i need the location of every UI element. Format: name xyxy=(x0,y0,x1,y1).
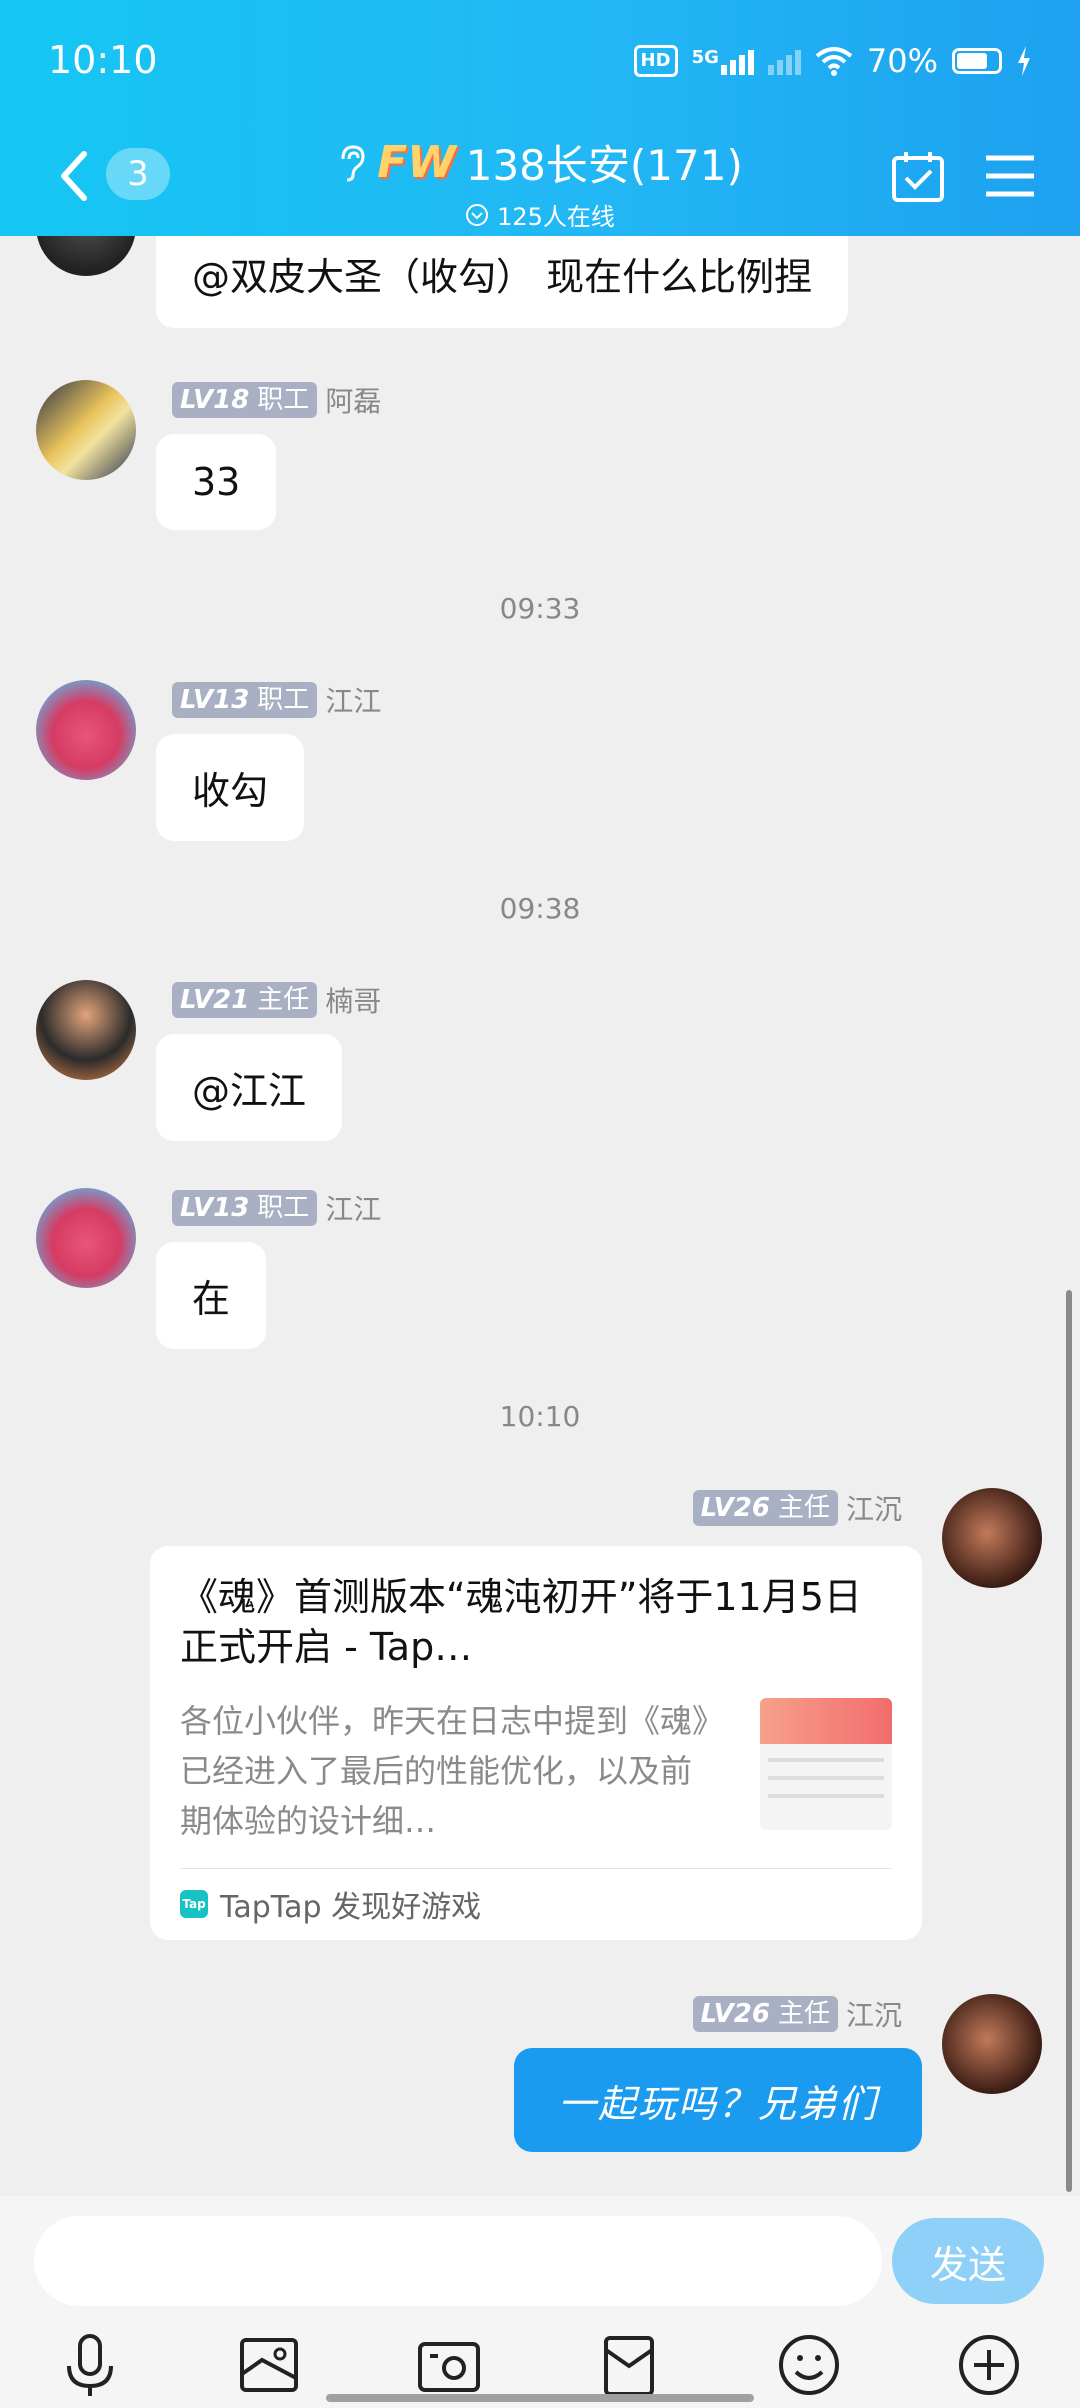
message-bubble[interactable]: @双皮大圣（收勾） 现在什么比例捏 xyxy=(156,236,849,328)
level-badge: LV26 主任 xyxy=(692,1490,838,1526)
message-bubble[interactable]: @江江 xyxy=(156,1034,343,1141)
ear-icon xyxy=(341,144,365,181)
group-name: 138长安(171) xyxy=(465,141,743,190)
avatar[interactable] xyxy=(942,1994,1042,2094)
back-arrow-icon[interactable] xyxy=(50,146,100,206)
my-message-bubble[interactable]: 一起玩吗？兄弟们 xyxy=(514,2048,922,2152)
battery-icon xyxy=(952,48,1002,74)
message-list[interactable]: @双皮大圣（收勾） 现在什么比例捏 LV18 职工 阿磊 33 09:33 LV1… xyxy=(0,236,1080,2196)
wifi-icon xyxy=(815,47,853,76)
timestamp: 10:10 xyxy=(499,1400,581,1433)
taptap-logo-icon: Tap xyxy=(180,1890,208,1918)
message-bubble[interactable]: 收勾 xyxy=(156,734,305,841)
scrollbar[interactable] xyxy=(1066,1290,1072,2192)
battery-percent: 70% xyxy=(866,42,938,80)
unread-count-badge[interactable]: 3 xyxy=(106,148,170,200)
sender-meta: LV13 职工 江江 xyxy=(172,1188,381,1228)
status-bar: 10:10 HD 5G 70% xyxy=(0,0,1080,124)
sender-name[interactable]: 江江 xyxy=(325,680,381,720)
send-button[interactable]: 发送 xyxy=(892,2218,1044,2304)
charging-icon xyxy=(1018,46,1030,76)
level-badge: LV13 职工 xyxy=(172,1190,318,1226)
sender-meta: LV13 职工 江江 xyxy=(172,680,381,720)
avatar[interactable] xyxy=(36,1188,136,1288)
menu-icon[interactable] xyxy=(980,146,1040,206)
avatar[interactable] xyxy=(36,236,136,276)
message-bubble[interactable]: 在 xyxy=(156,1242,267,1349)
level-badge: LV26 主任 xyxy=(692,1996,838,2032)
sender-name[interactable]: 江沉 xyxy=(846,1488,902,1528)
sender-name[interactable]: 楠哥 xyxy=(325,980,381,1020)
online-count: 125人在线 xyxy=(497,203,615,231)
online-check-icon xyxy=(466,203,489,226)
input-bar: 发送 xyxy=(0,2196,1080,2320)
nav-bar: 3 FW 138长安(171) 125人在线 xyxy=(0,124,1080,236)
sender-name[interactable]: 阿磊 xyxy=(325,380,381,420)
group-logo: FW xyxy=(377,137,456,188)
status-time: 10:10 xyxy=(48,38,158,82)
avatar[interactable] xyxy=(942,1488,1042,1588)
signal-2-icon xyxy=(767,47,801,75)
image-icon[interactable] xyxy=(234,2330,304,2400)
online-status: 125人在线 xyxy=(280,197,800,232)
camera-icon[interactable] xyxy=(414,2330,484,2400)
avatar[interactable] xyxy=(36,680,136,780)
timestamp: 09:33 xyxy=(499,592,581,625)
timestamp: 09:38 xyxy=(499,892,581,925)
sender-name[interactable]: 江沉 xyxy=(846,1994,902,2034)
divider xyxy=(180,1868,892,1869)
calendar-check-icon[interactable] xyxy=(888,146,948,206)
level-badge: LV13 职工 xyxy=(172,682,318,718)
link-card-description: 各位小伙伴，昨天在日志中提到《魂》已经进入了最后的性能优化，以及前期体验的设计细… xyxy=(180,1702,709,1840)
avatar[interactable] xyxy=(36,980,136,1080)
sender-meta: LV21 主任 楠哥 xyxy=(172,980,381,1020)
signal-5g-icon: 5G xyxy=(692,47,754,75)
level-badge: LV18 职工 xyxy=(172,382,318,418)
status-icons: HD 5G 70% xyxy=(633,42,1032,80)
sender-name[interactable]: 江江 xyxy=(325,1188,381,1228)
link-card-source: Tap TapTap 发现好游戏 xyxy=(180,1882,481,1926)
sender-meta: LV26 主任 江沉 xyxy=(692,1994,902,2034)
avatar[interactable] xyxy=(36,380,136,480)
sender-meta: LV18 职工 阿磊 xyxy=(172,380,381,420)
red-packet-icon[interactable] xyxy=(594,2330,664,2400)
group-title[interactable]: FW 138长安(171) 125人在线 xyxy=(280,132,800,232)
microphone-icon[interactable] xyxy=(55,2330,125,2400)
plus-icon[interactable] xyxy=(954,2330,1024,2400)
link-card-source-text: TapTap 发现好游戏 xyxy=(220,1890,482,1925)
chat-header: 10:10 HD 5G 70% 3 FW 138长安(171) 125人在线 xyxy=(0,0,1080,236)
sender-meta: LV26 主任 江沉 xyxy=(692,1488,902,1528)
home-indicator[interactable] xyxy=(326,2394,754,2402)
link-card-title: 《魂》首测版本“魂沌初开”将于11月5日正式开启 - Tap… xyxy=(180,1575,862,1669)
message-bubble[interactable]: 33 xyxy=(156,434,277,530)
network-type: 5G xyxy=(691,47,719,68)
link-card-thumbnail xyxy=(760,1698,892,1830)
link-card[interactable]: 《魂》首测版本“魂沌初开”将于11月5日正式开启 - Tap… 各位小伙伴，昨天… xyxy=(150,1546,922,1940)
message-input[interactable] xyxy=(34,2216,882,2306)
emoji-icon[interactable] xyxy=(774,2330,844,2400)
hd-icon: HD xyxy=(633,45,678,77)
level-badge: LV21 主任 xyxy=(172,982,318,1018)
